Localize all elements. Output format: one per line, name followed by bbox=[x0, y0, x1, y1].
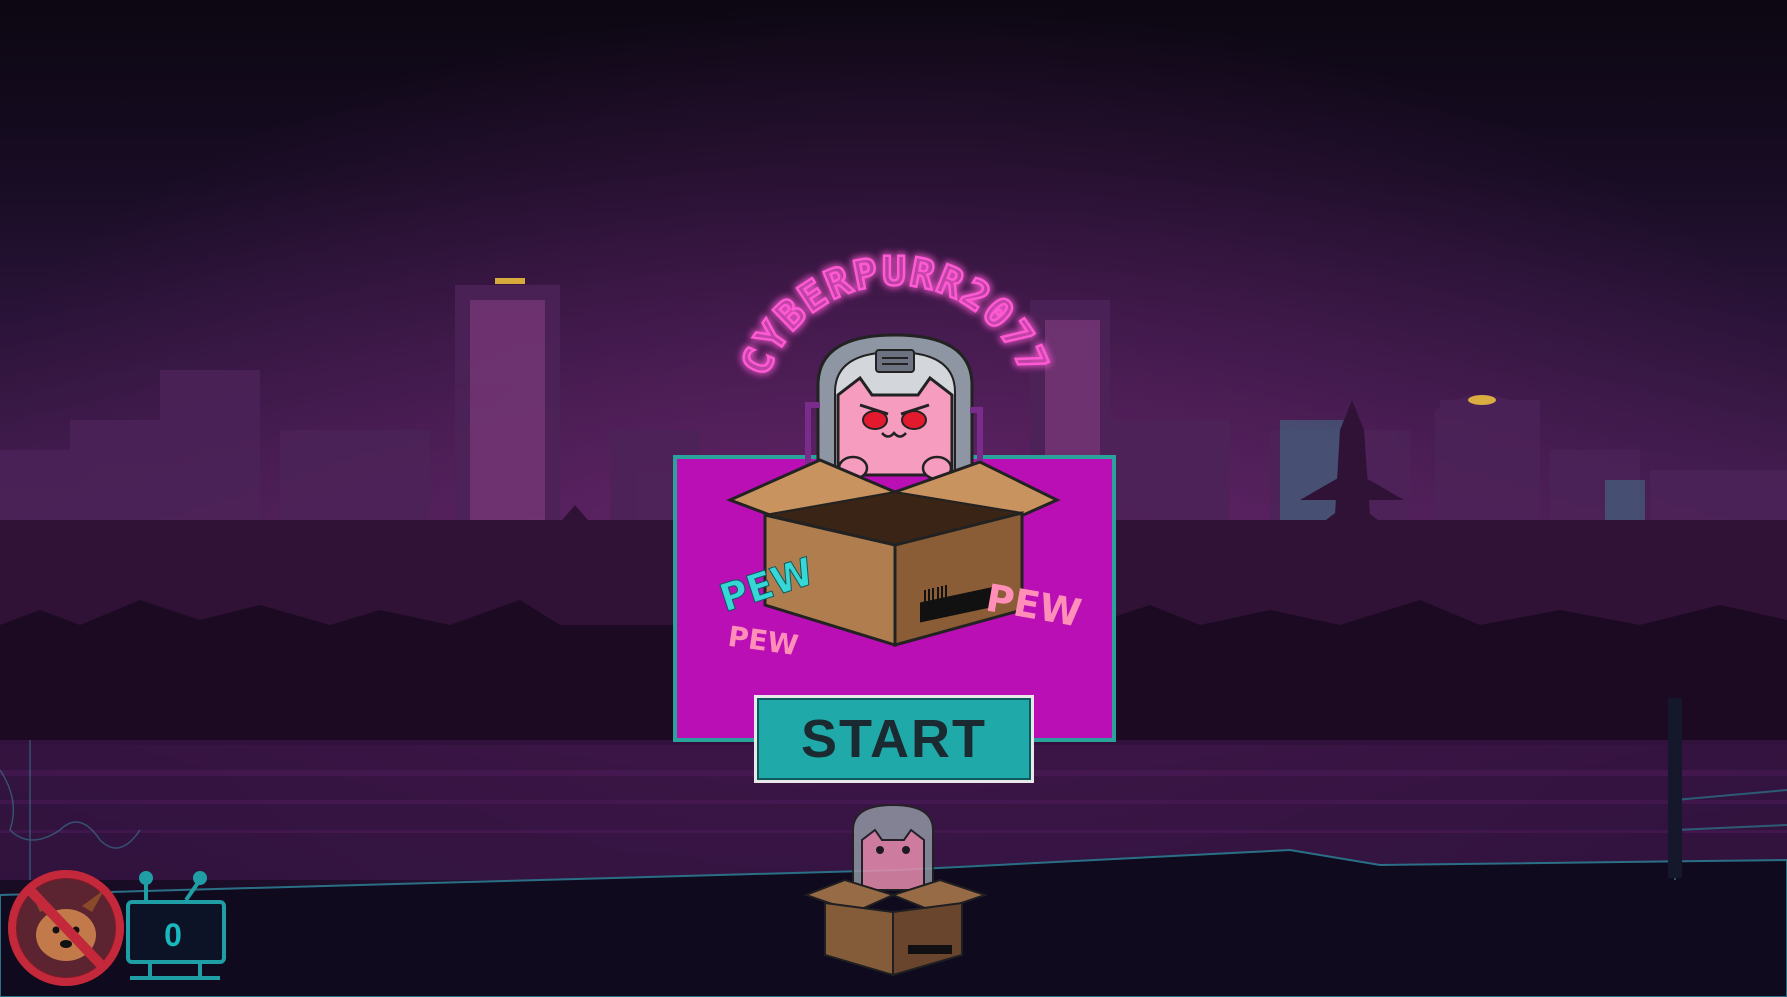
no-dog-icon bbox=[8, 870, 124, 986]
start-button[interactable]: START bbox=[754, 695, 1034, 783]
start-button-label: START bbox=[801, 709, 987, 769]
score-counter: 0 bbox=[164, 917, 182, 953]
city-skyline-background: CYBERPURR2077 PEW PEW PEW bbox=[0, 0, 1787, 997]
game-screen: CYBERPURR2077 PEW PEW PEW 0 START bbox=[0, 0, 1787, 997]
